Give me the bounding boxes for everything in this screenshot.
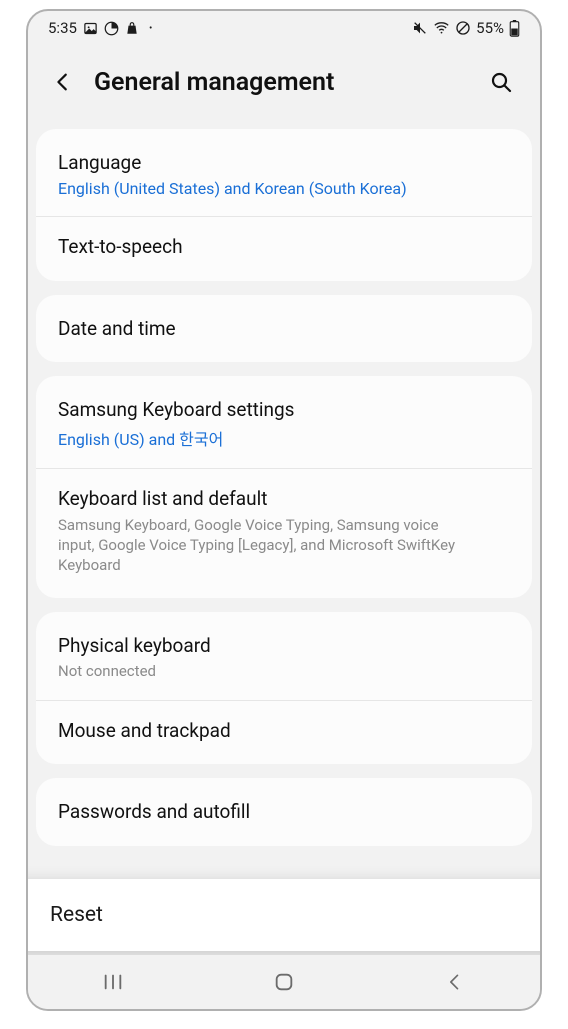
wifi-icon <box>433 20 450 36</box>
item-physical-keyboard[interactable]: Physical keyboard Not connected <box>36 616 532 701</box>
search-icon <box>489 70 513 94</box>
bag-icon <box>125 21 139 36</box>
back-button[interactable] <box>46 65 80 99</box>
item-language[interactable]: Language English (United States) and Kor… <box>36 133 532 217</box>
item-title-physical-kb: Physical keyboard <box>58 634 510 658</box>
item-sub-language: English (United States) and Korean (Sout… <box>58 179 510 198</box>
header: General management <box>28 45 540 129</box>
item-title-passwords: Passwords and autofill <box>58 800 510 824</box>
page-title: General management <box>94 68 484 97</box>
status-left: 5:35 • <box>48 19 152 37</box>
item-sub-kb-list: Samsung Keyboard, Google Voice Typing, S… <box>58 515 478 576</box>
nav-home-button[interactable] <box>249 962 319 1002</box>
section-language-tts: Language English (United States) and Kor… <box>36 129 532 281</box>
nav-back-button[interactable] <box>420 962 490 1002</box>
item-sub-samsung-kb: English (US) and 한국어 <box>58 426 510 450</box>
recents-icon <box>102 973 124 991</box>
item-keyboard-list[interactable]: Keyboard list and default Samsung Keyboa… <box>36 469 532 594</box>
item-samsung-keyboard[interactable]: Samsung Keyboard settings English (US) a… <box>36 380 532 469</box>
item-title-datetime: Date and time <box>58 317 510 341</box>
section-datetime: Date and time <box>36 295 532 363</box>
item-title-samsung-kb: Samsung Keyboard settings <box>58 398 510 422</box>
section-keyboards: Samsung Keyboard settings English (US) a… <box>36 376 532 597</box>
battery-percent: 55% <box>476 19 504 37</box>
item-sub-physical-kb: Not connected <box>58 661 478 681</box>
no-sim-icon <box>455 20 471 36</box>
mute-icon <box>412 20 428 36</box>
status-right: 55% <box>412 19 520 37</box>
section-physical-mouse: Physical keyboard Not connected Mouse an… <box>36 612 532 765</box>
system-navbar <box>28 955 540 1009</box>
image-icon <box>83 21 98 36</box>
reset-label: Reset <box>50 903 103 927</box>
nav-recents-button[interactable] <box>78 962 148 1002</box>
search-button[interactable] <box>484 65 518 99</box>
status-time: 5:35 <box>48 19 77 37</box>
item-mouse-trackpad[interactable]: Mouse and trackpad <box>36 701 532 761</box>
section-passwords: Passwords and autofill <box>36 778 532 846</box>
more-indicator-icon: • <box>149 23 152 34</box>
reset-menu-item[interactable]: Reset <box>26 879 542 951</box>
device-frame: 5:35 • 55% General management Language E… <box>26 9 542 1011</box>
nav-back-icon <box>445 972 465 992</box>
item-title-tts: Text-to-speech <box>58 235 510 259</box>
item-title-language: Language <box>58 151 510 175</box>
battery-icon <box>509 20 520 37</box>
item-datetime[interactable]: Date and time <box>36 299 532 359</box>
item-title-kb-list: Keyboard list and default <box>58 487 510 511</box>
home-icon <box>273 971 295 993</box>
status-bar: 5:35 • 55% <box>28 11 540 45</box>
item-passwords-autofill[interactable]: Passwords and autofill <box>36 782 532 842</box>
chevron-left-icon <box>52 71 74 93</box>
item-title-mouse: Mouse and trackpad <box>58 719 510 743</box>
data-saver-icon <box>104 21 119 36</box>
item-tts[interactable]: Text-to-speech <box>36 217 532 277</box>
